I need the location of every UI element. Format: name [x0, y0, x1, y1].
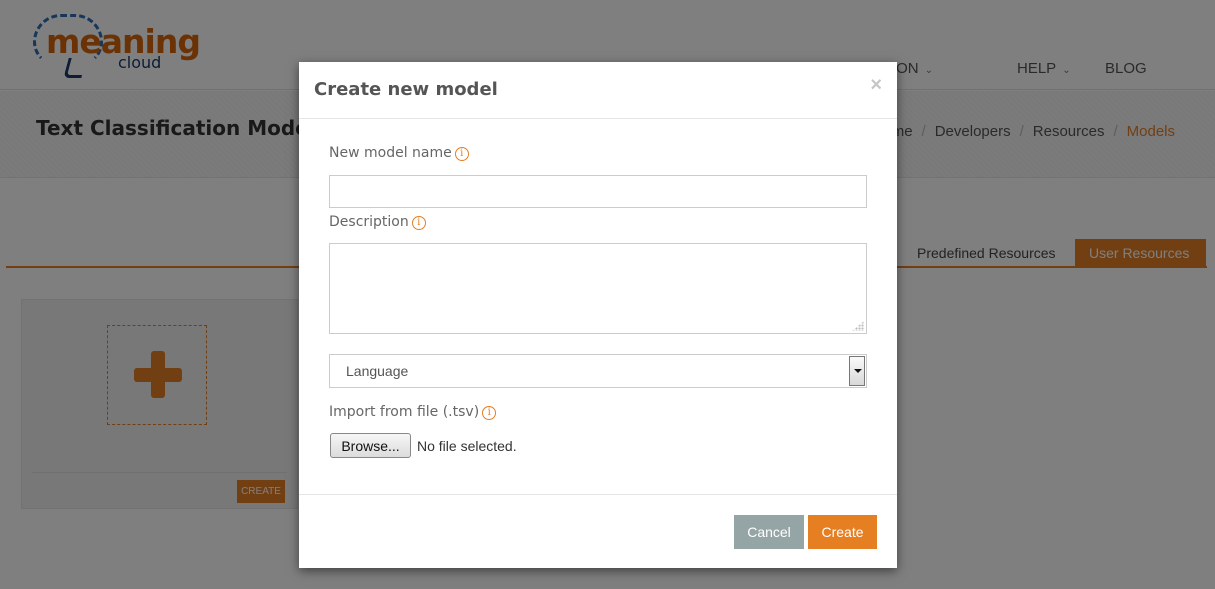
create-model-dialog: Create new model × New model name i Descr… [299, 62, 897, 568]
description-label-text: Description [329, 214, 409, 230]
info-icon[interactable]: i [454, 147, 469, 161]
import-file-label-text: Import from file (.tsv) [329, 404, 480, 420]
create-button[interactable]: Create [808, 515, 877, 549]
file-status-text: No file selected. [417, 438, 517, 454]
dropdown-arrow-icon[interactable] [849, 356, 865, 386]
description-label: Description i [329, 214, 426, 230]
modal-footer: Cancel Create [299, 494, 897, 568]
modal-header: Create new model × [299, 62, 897, 119]
info-icon[interactable]: i [411, 216, 426, 230]
language-select-value: Language [346, 363, 409, 379]
cancel-button[interactable]: Cancel [734, 515, 804, 549]
close-icon[interactable]: × [870, 75, 882, 95]
language-select[interactable]: Language [329, 354, 867, 388]
model-name-label: New model name i [329, 145, 469, 161]
description-textarea[interactable] [329, 243, 867, 334]
info-icon[interactable]: i [482, 406, 497, 420]
import-file-label: Import from file (.tsv) i [329, 404, 497, 420]
modal-title: Create new model [314, 79, 498, 100]
model-name-label-text: New model name [329, 145, 452, 161]
model-name-input[interactable] [329, 175, 867, 208]
browse-file-button[interactable]: Browse... [330, 433, 411, 458]
